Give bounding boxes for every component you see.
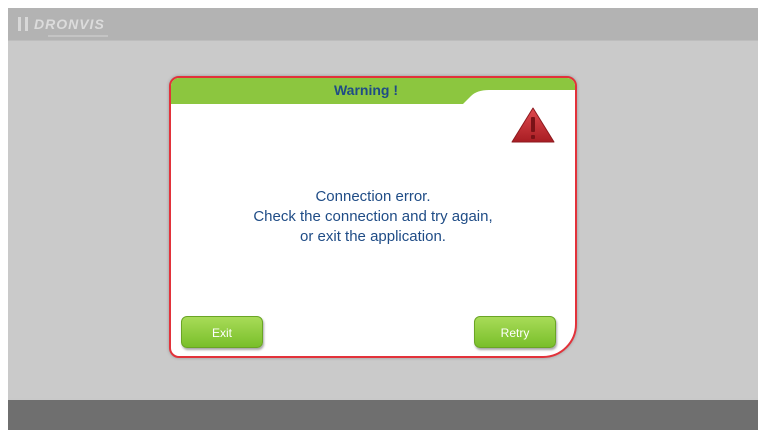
- dialog-title: Warning !: [333, 82, 399, 98]
- message-line-1: Connection error.: [315, 188, 431, 205]
- app-screen: DRONVIS Warning ! Connection error. Chec…: [8, 8, 758, 430]
- app-header-bar: DRONVIS: [8, 8, 758, 40]
- footer-bar: [8, 400, 758, 430]
- message-line-3: or exit the application.: [300, 228, 446, 245]
- logo-mark-icon: [18, 17, 28, 31]
- brand-tagline-line: [48, 35, 108, 37]
- retry-button[interactable]: Retry: [474, 316, 556, 348]
- warning-dialog: Warning ! Connection error. Check the co…: [169, 76, 577, 358]
- message-line-2: Check the connection and try again,: [253, 208, 493, 225]
- dialog-header: Warning !: [171, 78, 575, 104]
- exit-button[interactable]: Exit: [181, 316, 263, 348]
- warning-triangle-icon: [511, 107, 555, 143]
- dialog-message: Connection error. Check the connection a…: [171, 187, 575, 247]
- brand-logo: DRONVIS: [18, 16, 105, 32]
- brand-name: DRONVIS: [34, 16, 105, 32]
